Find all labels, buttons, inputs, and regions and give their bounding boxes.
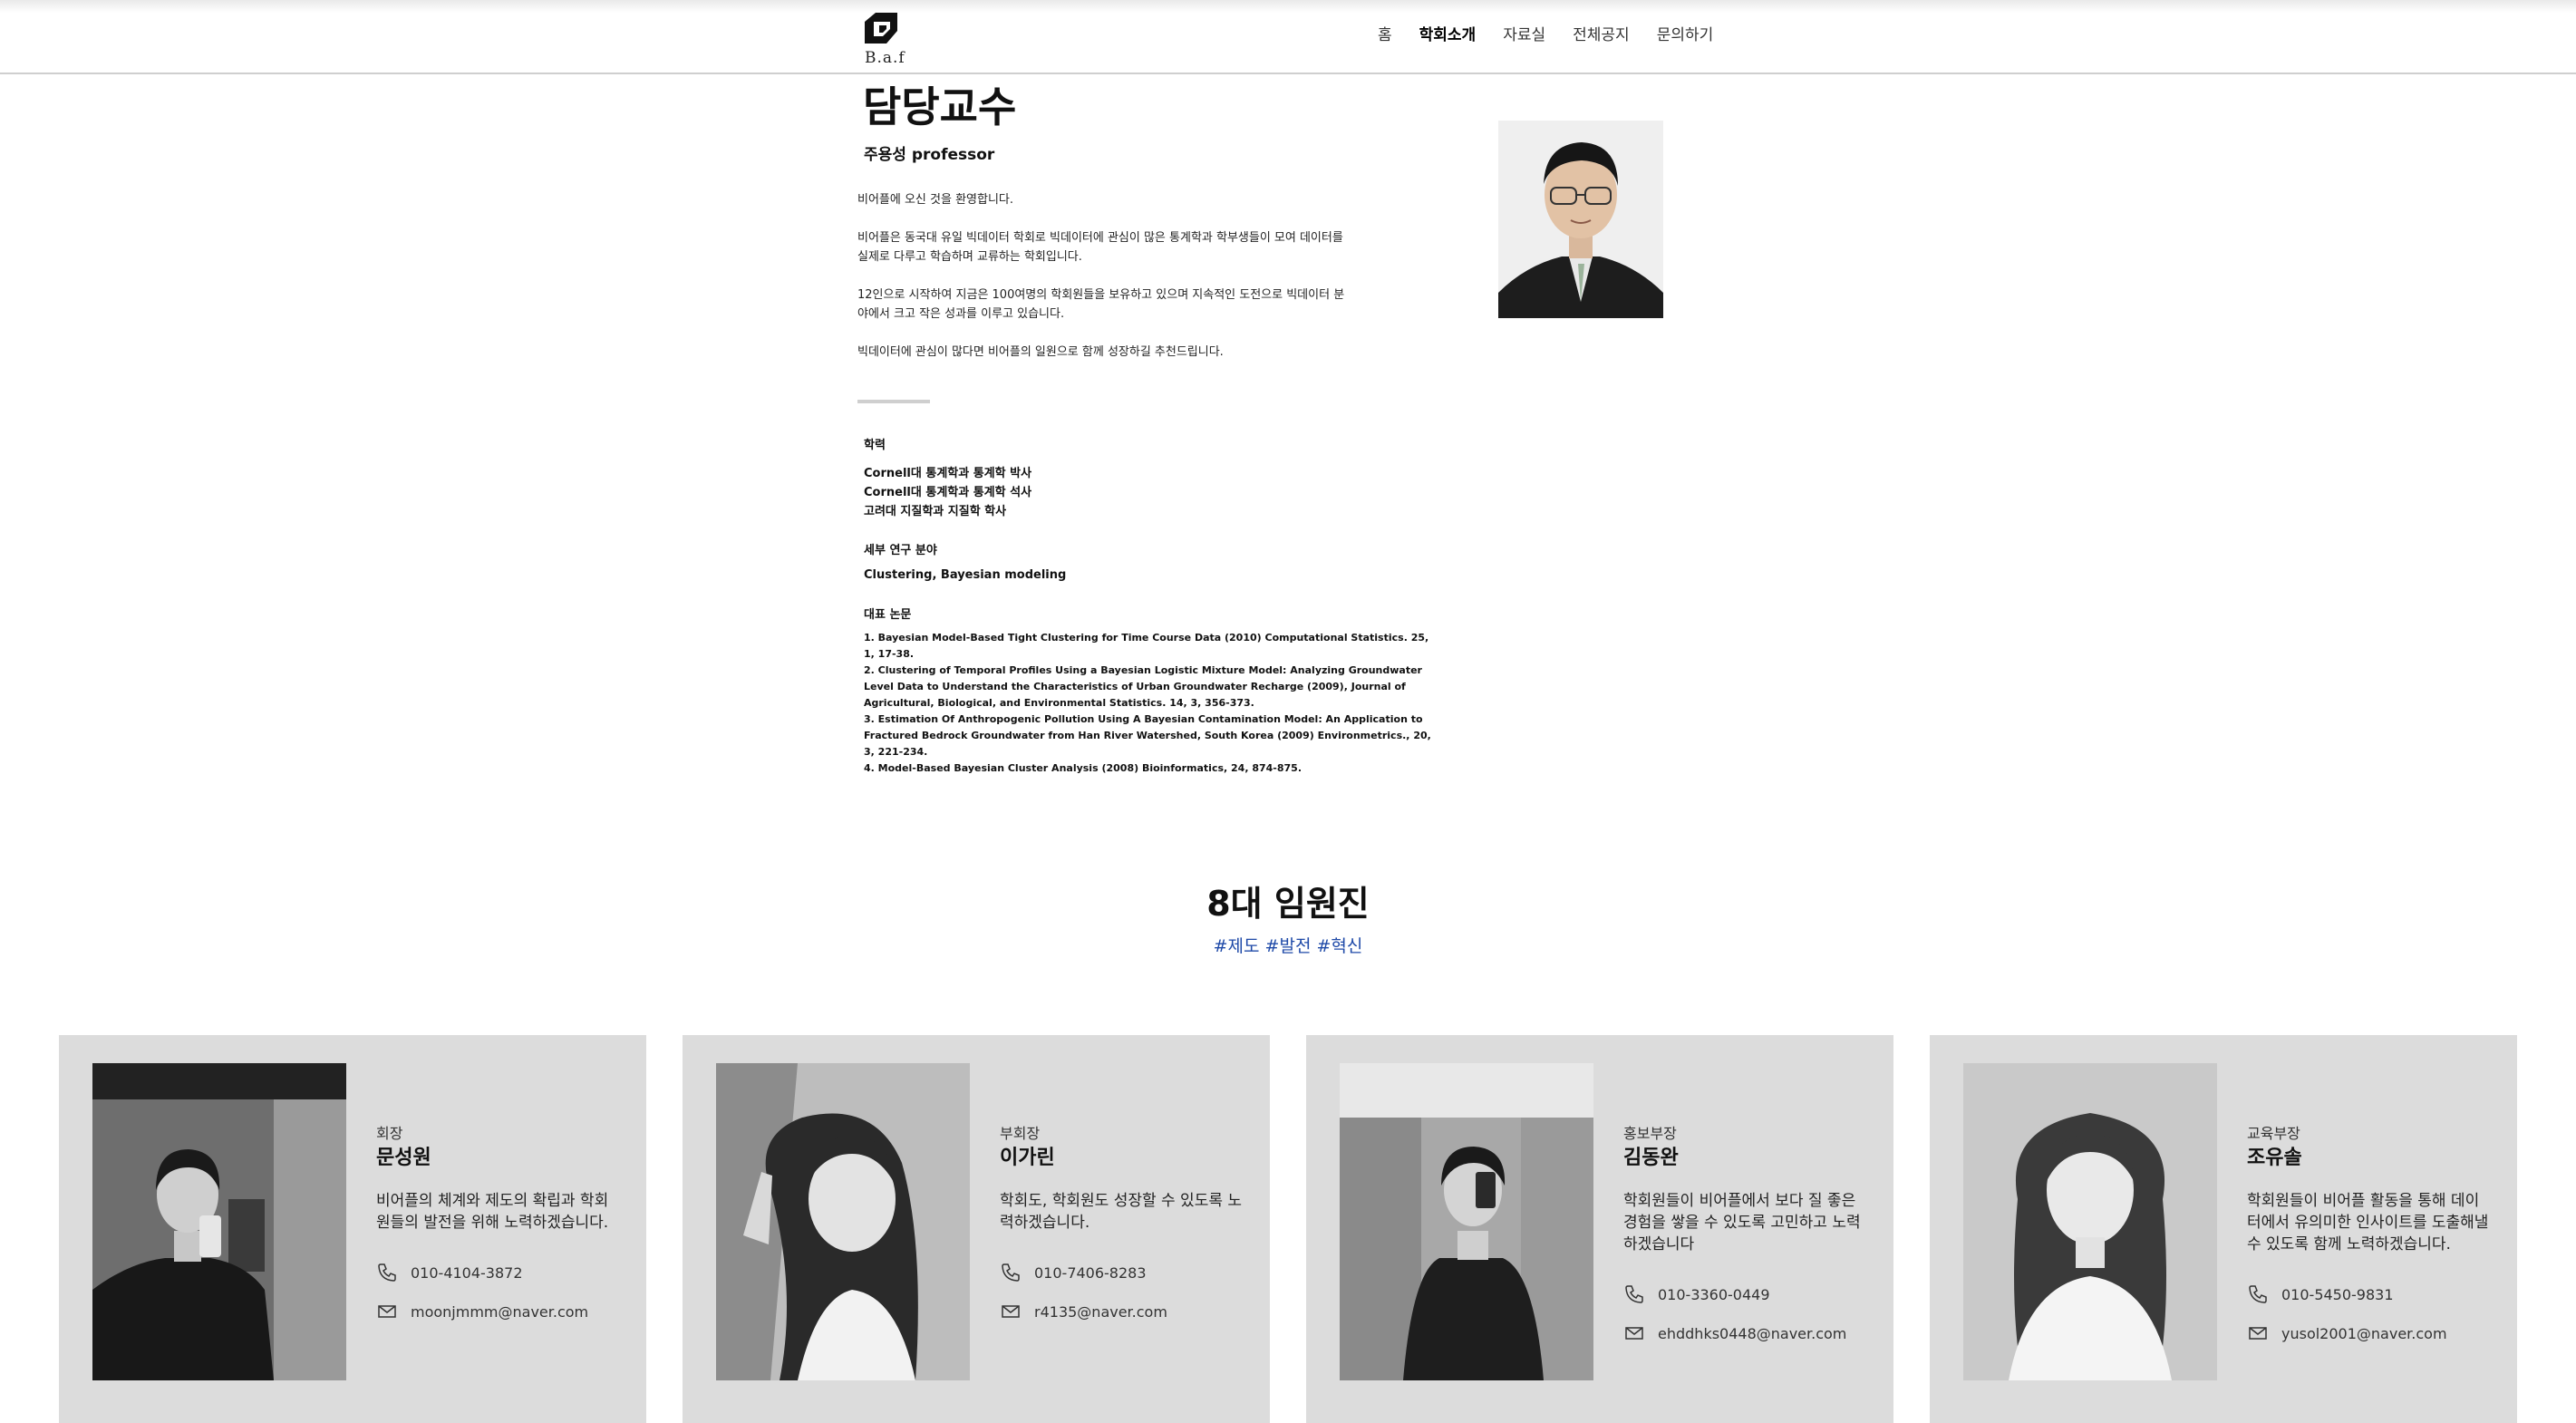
site-logo[interactable]: B.a.f — [859, 9, 905, 69]
officer-role: 홍보부장 — [1623, 1125, 1677, 1142]
officer-role: 부회장 — [1000, 1125, 1041, 1142]
intro-paragraph: 12인으로 시작하여 지금은 100여명의 학회원들을 보유하고 있으며 지속적… — [857, 288, 1345, 321]
officer-photo — [92, 1063, 346, 1380]
nav-item-notices[interactable]: 전체공지 — [1573, 22, 1630, 45]
officer-email[interactable]: yusol2001@naver.com — [2247, 1322, 2447, 1344]
officer-phone[interactable]: 010-3360-0449 — [1623, 1283, 1770, 1305]
officer-role: 회장 — [376, 1125, 403, 1142]
papers-list: 1. Bayesian Model-Based Tight Clustering… — [864, 630, 1435, 777]
officer-phone[interactable]: 010-7406-8283 — [1000, 1262, 1147, 1283]
research-label: 세부 연구 분야 — [864, 544, 937, 557]
mail-icon — [1002, 1305, 1020, 1318]
mail-icon — [1625, 1327, 1643, 1340]
nav-item-home[interactable]: 홈 — [1378, 22, 1392, 45]
papers-label: 대표 논문 — [864, 608, 912, 622]
officer-name: 문성원 — [376, 1147, 431, 1169]
logo-text: B.a.f — [865, 49, 905, 67]
phone-icon — [378, 1263, 396, 1282]
officer-photo — [716, 1063, 970, 1380]
paper-item: 2. Clustering of Temporal Profiles Using… — [864, 664, 1422, 709]
education-item: 고려대 지질학과 지질학 학사 — [864, 505, 1007, 518]
mail-icon — [378, 1305, 396, 1318]
paper-item: 1. Bayesian Model-Based Tight Clustering… — [864, 632, 1429, 660]
officer-photo — [1963, 1063, 2217, 1380]
phone-number: 010-3360-0449 — [1658, 1285, 1770, 1303]
officer-description: 학회원들이 비어플에서 보다 질 좋은 경험을 쌓을 수 있도록 고민하고 노력… — [1623, 1192, 1861, 1254]
professor-photo — [1498, 121, 1663, 318]
phone-number: 010-5450-9831 — [2281, 1285, 2394, 1303]
officer-phone[interactable]: 010-5450-9831 — [2247, 1283, 2394, 1305]
officer-name: 김동완 — [1623, 1147, 1679, 1169]
nav-item-resources[interactable]: 자료실 — [1503, 22, 1545, 45]
professor-intro: 비어플에 오신 것을 환영합니다. 비어플은 동국대 유일 빅데이터 학회로 빅… — [857, 190, 1347, 381]
nav-item-about[interactable]: 학회소개 — [1419, 22, 1477, 45]
main-nav: 홈 학회소개 자료실 전체공지 문의하기 — [1378, 22, 1713, 45]
phone-icon — [1002, 1263, 1020, 1282]
officer-card: 부회장 이가린 학회도, 학회원도 성장할 수 있도록 노력하겠습니다. 010… — [683, 1035, 1270, 1423]
officer-description: 학회도, 학회원도 성장할 수 있도록 노력하겠습니다. — [1000, 1192, 1243, 1232]
officer-name: 이가린 — [1000, 1147, 1055, 1169]
officer-photo — [1340, 1063, 1593, 1380]
education-label: 학력 — [864, 439, 886, 452]
officer-email[interactable]: r4135@naver.com — [1000, 1301, 1167, 1322]
phone-icon — [1625, 1285, 1643, 1303]
phone-icon — [2249, 1285, 2267, 1303]
email-address: ehddhks0448@naver.com — [1658, 1324, 1847, 1342]
officer-card: 회장 문성원 비어플의 체계와 제도의 확립과 학회원들의 발전을 위해 노력하… — [59, 1035, 646, 1423]
phone-number: 010-4104-3872 — [411, 1263, 523, 1282]
research-value: Clustering, Bayesian modeling — [864, 568, 1067, 582]
education-item: Cornell대 통계학과 통계학 박사 — [864, 467, 1032, 480]
officer-role: 교육부장 — [2247, 1125, 2300, 1142]
education-list: Cornell대 통계학과 통계학 박사 Cornell대 통계학과 통계학 석… — [864, 464, 1031, 521]
intro-paragraph: 빅데이터에 관심이 많다면 비어플의 일원으로 함께 성장하길 추천드립니다. — [857, 345, 1224, 359]
officer-description: 비어플의 체계와 제도의 확립과 학회원들의 발전을 위해 노력하겠습니다. — [376, 1192, 609, 1232]
section-divider — [857, 400, 930, 403]
officer-phone[interactable]: 010-4104-3872 — [376, 1262, 523, 1283]
paper-item: 3. Estimation Of Anthropogenic Pollution… — [864, 713, 1431, 758]
officer-card: 홍보부장 김동완 학회원들이 비어플에서 보다 질 좋은 경험을 쌓을 수 있도… — [1306, 1035, 1893, 1423]
officer-email[interactable]: ehddhks0448@naver.com — [1623, 1322, 1846, 1344]
professor-section-title: 담당교수 — [863, 82, 1017, 131]
email-address: moonjmmm@naver.com — [411, 1302, 589, 1321]
nav-item-contact[interactable]: 문의하기 — [1657, 22, 1714, 45]
officers-section-title: 8대 임원진 — [1206, 884, 1370, 924]
education-item: Cornell대 통계학과 통계학 석사 — [864, 486, 1032, 499]
officer-card: 교육부장 조유솔 학회원들이 비어플 활동을 통해 데이터에서 유의미한 인사이… — [1930, 1035, 2517, 1423]
officer-name: 조유솔 — [2247, 1147, 2302, 1169]
officer-description: 학회원들이 비어플 활동을 통해 데이터에서 유의미한 인사이트를 도출해낼 수… — [2247, 1192, 2489, 1254]
mail-icon — [2249, 1327, 2267, 1340]
officer-email[interactable]: moonjmmm@naver.com — [376, 1301, 588, 1322]
email-address: yusol2001@naver.com — [2281, 1324, 2447, 1342]
intro-paragraph: 비어플은 동국대 유일 빅데이터 학회로 빅데이터에 관심이 많은 통계학과 학… — [857, 231, 1343, 264]
email-address: r4135@naver.com — [1034, 1302, 1167, 1321]
phone-number: 010-7406-8283 — [1034, 1263, 1147, 1282]
professor-name: 주용성 professor — [864, 146, 995, 164]
top-navigation-bar: B.a.f 홈 학회소개 자료실 전체공지 문의하기 — [0, 0, 2576, 74]
baf-logo-icon — [865, 13, 897, 44]
intro-paragraph: 비어플에 오신 것을 환영합니다. — [857, 193, 1014, 207]
paper-item: 4. Model-Based Bayesian Cluster Analysis… — [864, 762, 1303, 774]
officers-hashtags: #제도 #발전 #혁신 — [1213, 936, 1363, 956]
